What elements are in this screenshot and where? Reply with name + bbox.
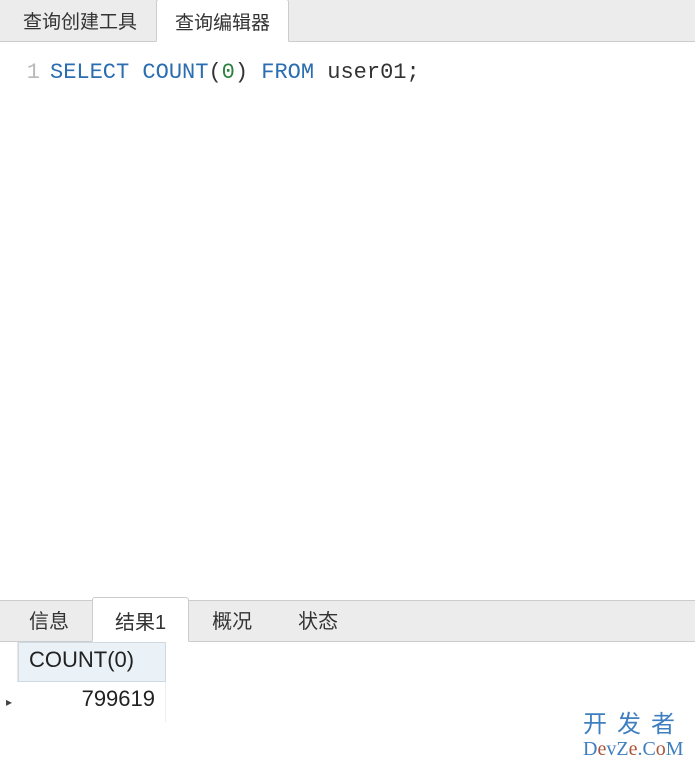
wm-seg: o <box>656 738 666 760</box>
token-count: COUNT <box>142 60 208 85</box>
result-grid: COUNT(0) ▸ 799619 <box>0 642 695 722</box>
token-zero: 0 <box>222 60 235 85</box>
token-select: SELECT <box>50 60 129 85</box>
wm-seg: M <box>666 738 684 760</box>
result-tab-bar: 信息 结果1 概况 状态 <box>0 600 695 642</box>
editor-gutter: 1 <box>0 42 50 600</box>
row-marker-icon: ▸ <box>0 682 18 722</box>
tab-query-builder[interactable]: 查询创建工具 <box>4 0 156 41</box>
column-header[interactable]: COUNT(0) <box>18 642 166 682</box>
wm-seg: D <box>583 738 597 760</box>
token-table: user01 <box>327 60 406 85</box>
table-row[interactable]: ▸ 799619 <box>0 682 695 722</box>
top-tab-bar: 查询创建工具 查询编辑器 <box>0 0 695 42</box>
editor-code[interactable]: SELECT COUNT(0) FROM user01; <box>50 42 695 600</box>
sql-editor[interactable]: 1 SELECT COUNT(0) FROM user01; <box>0 42 695 600</box>
token-semicolon: ; <box>406 60 419 85</box>
tab-info[interactable]: 信息 <box>6 596 92 641</box>
wm-seg: vZ <box>606 738 628 760</box>
wm-seg: e <box>629 738 638 760</box>
tab-result1[interactable]: 结果1 <box>92 597 189 642</box>
cell-value[interactable]: 799619 <box>18 682 166 722</box>
grid-header: COUNT(0) <box>0 642 695 682</box>
row-handle-header <box>0 642 18 682</box>
tab-query-editor[interactable]: 查询编辑器 <box>156 0 289 42</box>
tab-profile[interactable]: 概况 <box>189 596 275 641</box>
token-from: FROM <box>261 60 314 85</box>
wm-seg: .C <box>637 738 655 760</box>
token-rparen: ) <box>235 60 248 85</box>
watermark-line2: DevZe.CoM <box>583 738 685 760</box>
tab-status[interactable]: 状态 <box>275 596 361 641</box>
wm-seg: e <box>597 738 606 760</box>
token-lparen: ( <box>208 60 221 85</box>
line-number: 1 <box>0 56 40 90</box>
